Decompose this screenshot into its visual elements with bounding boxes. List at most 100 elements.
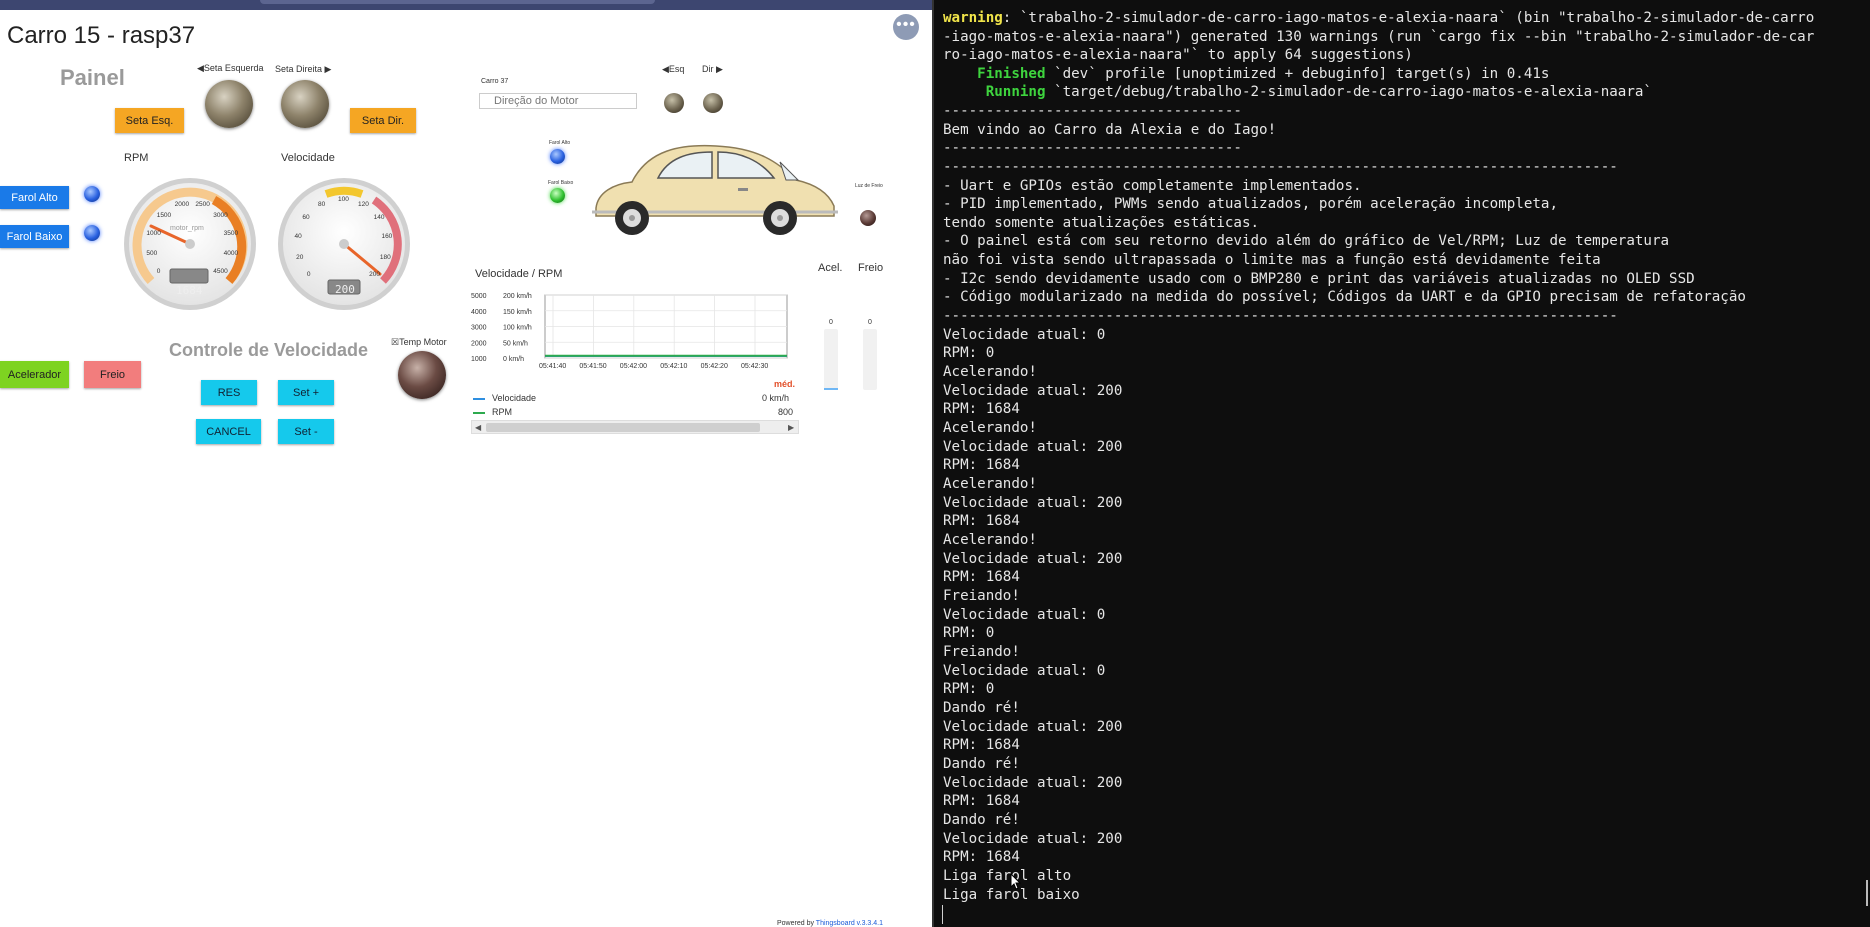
terminal-line: Velocidade atual: 0 bbox=[943, 327, 1105, 343]
rpm-gauge-tick-label: 4000 bbox=[223, 250, 239, 258]
terminal-panel[interactable]: warning: `trabalho-2-simulador-de-carro-… bbox=[932, 0, 1870, 927]
set-plus-button[interactable]: Set + bbox=[278, 380, 334, 405]
speed-gauge-tick-label: 200 bbox=[369, 271, 380, 279]
seta-dir-button[interactable]: Seta Dir. bbox=[350, 108, 416, 133]
terminal-text: Velocidade atual: 200 bbox=[943, 775, 1123, 791]
speed-gauge-tick-label: 60 bbox=[302, 214, 310, 222]
terminal-line: Velocidade atual: 200 bbox=[943, 775, 1122, 791]
chart-x-tick: 05:42:10 bbox=[660, 363, 687, 370]
terminal-line: Velocidade atual: 200 bbox=[943, 495, 1122, 511]
terminal-line: RPM: 1684 bbox=[943, 401, 1020, 417]
temp-motor-label: ☒Temp Motor bbox=[391, 337, 447, 347]
dashboard-panel: Carro 15 - rasp37 ••• Painel ◀Seta Esque… bbox=[0, 0, 932, 927]
legend-header: méd. bbox=[774, 379, 796, 389]
more-options-button[interactable]: ••• bbox=[893, 14, 919, 40]
farol-baixo-small-label: Farol Baixo bbox=[548, 180, 574, 186]
direction-input[interactable]: Direção do Motor bbox=[479, 93, 637, 109]
rpm-gauge-tick-label: 0 bbox=[156, 268, 161, 276]
farol-alto-button[interactable]: Farol Alto bbox=[0, 186, 69, 209]
freio-value: 0 bbox=[868, 319, 872, 326]
terminal-cursor bbox=[942, 905, 943, 924]
car-label: Carro 37 bbox=[481, 78, 509, 85]
scroll-marker bbox=[1866, 880, 1868, 906]
terminal-text: Finished bbox=[943, 66, 1046, 82]
rpm-gauge-tick-label: 500 bbox=[146, 250, 158, 258]
seta-esq-button[interactable]: Seta Esq. bbox=[115, 108, 184, 133]
seta-direita-indicator bbox=[281, 80, 329, 128]
legend-rpm-label: RPM bbox=[492, 407, 512, 417]
terminal-line: Freiando! bbox=[943, 644, 1020, 660]
terminal-line: Velocidade atual: 200 bbox=[943, 439, 1122, 455]
terminal-line: Acelerando! bbox=[943, 420, 1037, 436]
terminal-line: Acelerando! bbox=[943, 532, 1037, 548]
temp-motor-indicator bbox=[398, 351, 446, 399]
chart-y-right-tick: 100 km/h bbox=[503, 325, 532, 332]
chart-y-left-tick: 3000 bbox=[471, 325, 487, 332]
terminal-text: Freiando! bbox=[943, 588, 1020, 604]
rpm-gauge-tick-label: 2000 bbox=[174, 201, 190, 209]
terminal-text: RPM: 1684 bbox=[943, 401, 1020, 417]
terminal-line: Running `target/debug/trabalho-2-simulad… bbox=[943, 84, 1652, 100]
terminal-line: RPM: 1684 bbox=[943, 793, 1020, 809]
terminal-text: Freiando! bbox=[943, 644, 1020, 660]
terminal-text: RPM: 1684 bbox=[943, 569, 1020, 585]
terminal-text: tendo somente atualizações estáticas. bbox=[943, 215, 1260, 231]
farol-baixo-button[interactable]: Farol Baixo bbox=[0, 225, 69, 248]
car-image bbox=[592, 144, 838, 235]
dashboard-title: Carro 15 - rasp37 bbox=[7, 22, 196, 49]
top-bar-tab bbox=[260, 0, 655, 4]
terminal-line: ro-iago-matos-e-alexia-naara"` to apply … bbox=[943, 47, 1413, 63]
acelerador-button[interactable]: Acelerador bbox=[0, 361, 69, 388]
terminal-text: Velocidade atual: 200 bbox=[943, 551, 1123, 567]
freio-button[interactable]: Freio bbox=[84, 361, 141, 388]
terminal-line: Velocidade atual: 200 bbox=[943, 383, 1122, 399]
terminal-text: Velocidade atual: 200 bbox=[943, 439, 1123, 455]
powered-by: Powered by Thingsboard v.3.3.4.1 bbox=[777, 920, 883, 927]
terminal-line: Dando ré! bbox=[943, 812, 1020, 828]
chart-y-right-tick: 150 km/h bbox=[503, 309, 532, 316]
terminal-text: -iago-matos-e-alexia-naara") generated 1… bbox=[943, 29, 1815, 45]
seta-esquerda-indicator bbox=[205, 80, 253, 128]
scroll-right-icon[interactable]: ▶ bbox=[788, 421, 794, 434]
set-minus-button[interactable]: Set - bbox=[278, 419, 334, 444]
terminal-text: Velocidade atual: 0 bbox=[943, 607, 1106, 623]
terminal-text: ----------------------------------- bbox=[943, 140, 1242, 156]
farol-baixo-small-led bbox=[550, 188, 565, 203]
terminal-text: RPM: 0 bbox=[943, 345, 995, 361]
dir-indicator bbox=[703, 93, 723, 113]
terminal-line: ----------------------------------- bbox=[943, 103, 1242, 119]
legend-velocidade-value: 0 km/h bbox=[762, 393, 790, 403]
speed-gauge-tick-label: 160 bbox=[381, 233, 393, 241]
terminal-text: Running bbox=[943, 84, 1046, 100]
terminal-text: não foi vista sendo ultrapassada o limit… bbox=[943, 252, 1601, 268]
terminal-line: - Uart e GPIOs estão completamente imple… bbox=[943, 178, 1362, 194]
terminal-line: - O painel está com seu retorno devido a… bbox=[943, 233, 1669, 249]
speed-gauge-value: 200 bbox=[335, 283, 355, 296]
terminal-text: Velocidade atual: 200 bbox=[943, 383, 1123, 399]
terminal-line: ----------------------------------- bbox=[943, 140, 1242, 156]
terminal-text: - Uart e GPIOs estão completamente imple… bbox=[943, 178, 1362, 194]
res-button[interactable]: RES bbox=[201, 380, 257, 405]
terminal-line: RPM: 0 bbox=[943, 625, 994, 641]
scroll-thumb[interactable] bbox=[486, 423, 760, 432]
terminal-line: Velocidade atual: 0 bbox=[943, 607, 1105, 623]
terminal-line: RPM: 0 bbox=[943, 345, 994, 361]
cancel-button[interactable]: CANCEL bbox=[196, 419, 261, 444]
rpm-gauge-tick-label: 1500 bbox=[156, 211, 172, 219]
terminal-text: ----------------------------------------… bbox=[943, 308, 1618, 324]
chart-y-left-tick: 2000 bbox=[471, 340, 487, 347]
acel-label: Acel. bbox=[818, 262, 843, 274]
seta-direita-label: Seta Direita ▶ bbox=[275, 64, 332, 74]
panel-title: Painel bbox=[60, 65, 125, 90]
thingsboard-link[interactable]: Thingsboard v.3.3.4.1 bbox=[816, 920, 883, 927]
chart-title: Velocidade / RPM bbox=[475, 268, 563, 280]
rpm-gauge-unit: motor_rpm bbox=[170, 225, 204, 232]
chart-x-tick: 05:42:20 bbox=[701, 363, 728, 370]
terminal-line: ----------------------------------------… bbox=[943, 159, 1618, 175]
terminal-line: não foi vista sendo ultrapassada o limit… bbox=[943, 252, 1601, 268]
terminal-text: - Código modularizado na medida do possí… bbox=[943, 289, 1746, 305]
chart-scrollbar[interactable]: ◀ ▶ bbox=[471, 420, 799, 434]
chart-y-right-tick: 50 km/h bbox=[503, 340, 528, 347]
scroll-left-icon[interactable]: ◀ bbox=[475, 421, 481, 434]
terminal-line: - Código modularizado na medida do possí… bbox=[943, 289, 1746, 305]
